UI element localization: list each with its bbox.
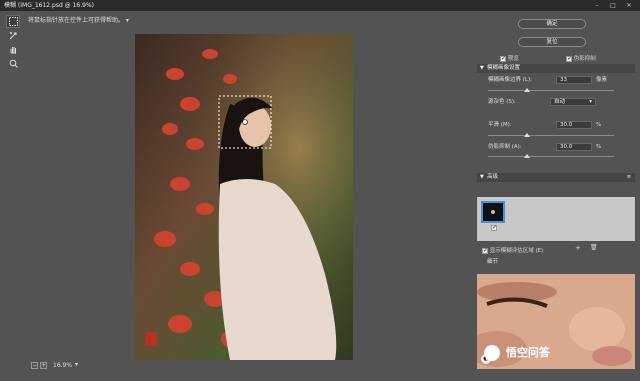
field-unit: % <box>596 144 602 150</box>
warp-icon[interactable] <box>6 29 20 42</box>
detail-section-title: 细节 <box>487 259 499 265</box>
ok-button[interactable]: 确定 <box>518 19 586 29</box>
trash-icon[interactable]: 🗑 <box>590 244 598 251</box>
advanced-section-title: 高级 <box>487 174 499 180</box>
source-noise-select[interactable]: 自动 ▾ <box>550 98 596 106</box>
pseudo-noise-checkbox[interactable] <box>566 55 572 62</box>
slider-knob[interactable] <box>524 154 530 158</box>
zoom-level[interactable]: 16.9% <box>53 362 72 369</box>
zoom-dropdown-icon[interactable]: ▾ <box>75 361 78 368</box>
smooth-input[interactable]: 30.0 <box>556 121 592 129</box>
field-label: 伪影抑制 (A): <box>488 144 522 150</box>
status-bar: − + 16.9% ▾ <box>25 360 468 372</box>
tool-strip <box>4 14 24 76</box>
slider-knob[interactable] <box>524 88 530 92</box>
blur-estimate-area <box>477 197 635 241</box>
reset-button[interactable]: 复位 <box>518 37 586 47</box>
show-blur-checkbox[interactable] <box>482 247 488 254</box>
photo-preview[interactable] <box>135 34 353 360</box>
restore-button[interactable]: □ <box>606 0 620 11</box>
advanced-section-header[interactable]: ▼ 高级 ≡ <box>477 173 635 182</box>
hint-bar: 将鼠标指针放在控件上可获得帮助。 ▾ <box>25 14 468 28</box>
collapse-icon[interactable]: ▼ <box>480 64 484 73</box>
pseudo-noise-label: 伪影抑制 <box>573 56 596 62</box>
field-source-noise: 源杂色 (S): 自动 ▾ <box>488 98 630 107</box>
hand-icon[interactable] <box>6 43 20 56</box>
window-title: 模糊 (IMG_1612.psd @ 16.9%) <box>4 2 94 9</box>
chevron-down-icon: ▾ <box>589 99 592 105</box>
show-blur-option[interactable]: 显示模糊评估区域 (E) <box>482 246 543 254</box>
field-unit: % <box>596 122 602 128</box>
watermark: 悟空问答 <box>484 343 550 363</box>
blur-edge-slider[interactable] <box>488 88 614 92</box>
blur-section-header[interactable]: ▼ 模糊画像设置 <box>477 64 635 73</box>
show-blur-label: 显示模糊评估区域 (E) <box>489 248 544 254</box>
minimize-button[interactable]: – <box>590 0 604 11</box>
blur-section-title: 模糊画像设置 <box>487 65 521 71</box>
pseudo-noise-option[interactable]: 伪影抑制 <box>566 54 596 62</box>
add-icon[interactable]: + <box>575 244 581 252</box>
field-artifact: 伪影抑制 (A): 30.0 % <box>488 143 630 152</box>
field-unit: 像素 <box>596 77 608 83</box>
smooth-slider[interactable] <box>488 133 614 137</box>
preview-option[interactable]: 预览 <box>500 54 519 62</box>
source-noise-value: 自动 <box>554 99 566 105</box>
artifact-input[interactable]: 30.0 <box>556 143 592 151</box>
window-titlebar: 模糊 (IMG_1612.psd @ 16.9%) – □ ✕ <box>0 0 640 11</box>
field-smooth: 平滑 (M): 30.0 % <box>488 121 630 130</box>
field-label: 源杂色 (S): <box>488 99 516 105</box>
field-label: 模糊画像边界 (L): <box>488 77 532 83</box>
estimate-checkbox[interactable] <box>491 224 497 231</box>
slider-knob[interactable] <box>524 133 530 137</box>
zoom-out-button[interactable]: − <box>31 362 38 369</box>
zoom-in-button[interactable]: + <box>40 362 47 369</box>
field-blur-edge: 模糊画像边界 (L): 33 像素 <box>488 76 630 85</box>
collapse-icon[interactable]: ▼ <box>480 173 484 182</box>
marquee-icon[interactable] <box>6 15 20 28</box>
detail-section-header[interactable]: 细节 <box>477 258 635 267</box>
watermark-text: 悟空问答 <box>505 346 550 359</box>
watermark-logo-icon <box>484 345 500 361</box>
blur-edge-input[interactable]: 33 <box>556 76 592 84</box>
panel-menu-icon[interactable]: ≡ <box>627 173 631 182</box>
artifact-slider[interactable] <box>488 154 614 158</box>
preview-checkbox[interactable] <box>500 55 506 62</box>
field-label: 平滑 (M): <box>488 122 512 128</box>
preview-label: 预览 <box>507 56 519 62</box>
blur-estimate-thumbnail[interactable] <box>481 201 505 223</box>
close-button[interactable]: ✕ <box>622 0 636 11</box>
canvas-area[interactable] <box>25 28 468 360</box>
hint-text: 将鼠标指针放在控件上可获得帮助。 <box>28 17 125 24</box>
zoom-icon[interactable] <box>6 57 20 70</box>
settings-panel: 确定 复位 预览 伪影抑制 ▼ 模糊画像设置 模糊画像边界 (L): 33 像素… <box>472 11 640 381</box>
